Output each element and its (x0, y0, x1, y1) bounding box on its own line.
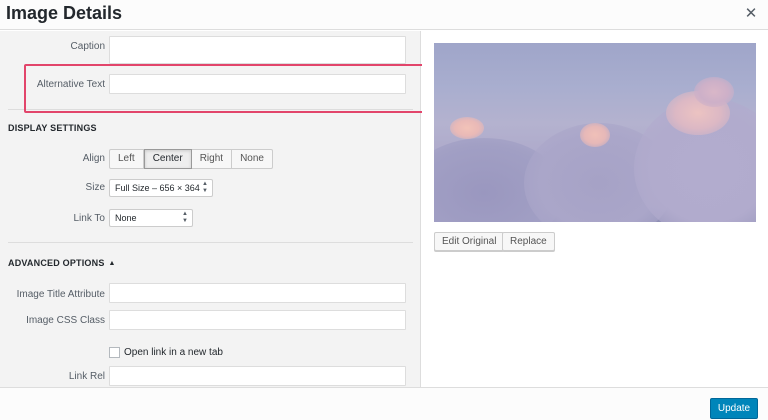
caption-input[interactable] (109, 36, 406, 64)
dialog-footer: Update (0, 387, 768, 420)
align-none-button[interactable]: None (232, 149, 273, 169)
image-preview (434, 43, 756, 222)
size-select-value: Full Size – 656 × 364 (115, 183, 200, 193)
dialog-title: Image Details (6, 3, 123, 23)
caption-label: Caption (70, 41, 105, 52)
link-to-select-value: None (115, 213, 137, 223)
link-to-label: Link To (73, 213, 105, 224)
preview-pane: Edit Original Replace (422, 31, 768, 387)
align-left-button[interactable]: Left (109, 149, 144, 169)
edit-original-button[interactable]: Edit Original (434, 232, 505, 251)
alt-text-highlight (24, 64, 425, 113)
triangle-up-icon: ▲ (108, 260, 116, 267)
cloud-highlight (580, 123, 610, 147)
divider (8, 242, 413, 243)
select-arrows-icon: ▲ ▼ (202, 181, 208, 194)
link-rel-input[interactable] (109, 366, 406, 386)
select-arrows-icon: ▲ ▼ (182, 211, 188, 224)
align-center-button[interactable]: Center (143, 149, 192, 169)
link-rel-label: Link Rel (68, 371, 105, 382)
advanced-options-heading: ADVANCED OPTIONS (8, 258, 105, 268)
image-title-input[interactable] (109, 283, 406, 303)
align-right-button[interactable]: Right (191, 149, 233, 169)
display-settings-heading: DISPLAY SETTINGS (8, 123, 97, 133)
cloud-highlight (450, 117, 484, 139)
size-label: Size (85, 182, 105, 193)
size-select[interactable]: Full Size – 656 × 364 ▲ ▼ (109, 179, 213, 197)
new-tab-checkbox[interactable] (109, 347, 120, 358)
css-class-input[interactable] (109, 310, 406, 330)
align-label: Align (82, 153, 105, 164)
image-title-label: Image Title Attribute (16, 289, 105, 300)
advanced-options-toggle[interactable]: ADVANCED OPTIONS ▲ (8, 258, 116, 268)
css-class-label: Image CSS Class (26, 315, 105, 326)
cloud-highlight (694, 77, 734, 107)
dialog-header: Image Details ✕ (0, 0, 768, 30)
align-button-group: Left Center Right None (109, 149, 273, 169)
update-button[interactable]: Update (710, 398, 758, 419)
link-to-select[interactable]: None ▲ ▼ (109, 209, 193, 227)
close-icon[interactable]: ✕ (740, 4, 762, 24)
replace-button[interactable]: Replace (502, 232, 555, 251)
new-tab-label: Open link in a new tab (124, 347, 223, 358)
